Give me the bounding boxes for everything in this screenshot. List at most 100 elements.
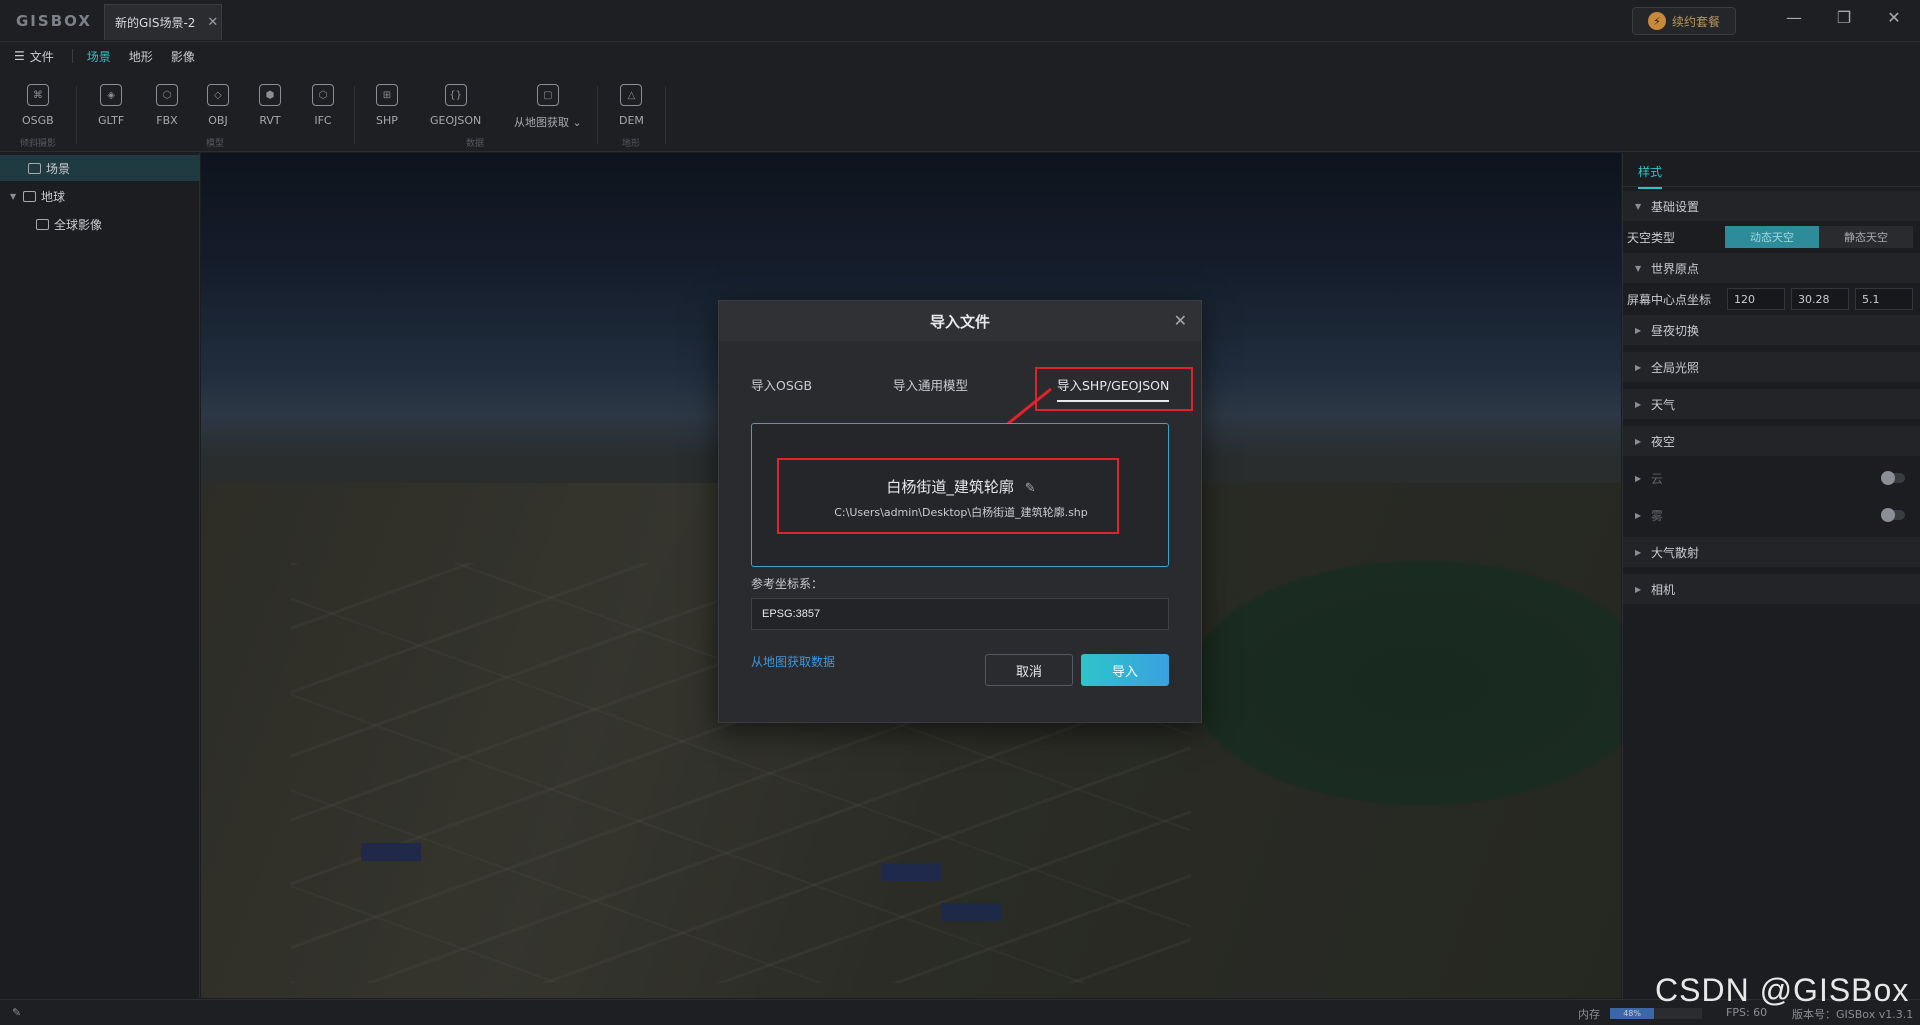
- status-edit-icon[interactable]: ✎: [12, 1006, 21, 1019]
- rvt-button[interactable]: ⬢ RVT: [259, 84, 281, 127]
- osgb-label: OSGB: [22, 114, 54, 127]
- from-map-button[interactable]: ▢ 从地图获取 ⌄: [514, 84, 582, 130]
- cancel-button[interactable]: 取消: [985, 654, 1073, 686]
- obj-icon: ◇: [207, 84, 229, 106]
- tab-import-osgb[interactable]: 导入OSGB: [751, 375, 812, 394]
- document-tab[interactable]: 新的GIS场景-2 ✕: [104, 4, 222, 40]
- section-world-origin[interactable]: ▼ 世界原点: [1623, 253, 1920, 283]
- section-label: 基础设置: [1651, 199, 1700, 214]
- latitude-input[interactable]: 30.28: [1791, 288, 1849, 310]
- section-label: 云: [1651, 471, 1664, 486]
- watermark-text: CSDN @GISBox: [1655, 972, 1910, 1008]
- section-label: 雾: [1651, 508, 1664, 523]
- imagery-icon: [36, 218, 49, 230]
- close-tab-icon[interactable]: ✕: [207, 15, 218, 30]
- menu-tab-terrain[interactable]: 地形: [129, 44, 153, 69]
- caret-right-icon: ▶: [1635, 436, 1642, 446]
- section-basic-settings[interactable]: ▼ 基础设置: [1623, 191, 1920, 221]
- tree-item-global-imagery[interactable]: 全球影像: [0, 211, 200, 237]
- section-global-light[interactable]: ▶ 全局光照: [1623, 352, 1920, 382]
- file-menu-label: 文件: [29, 49, 54, 64]
- sky-type-switch: 动态天空 静态天空: [1725, 226, 1913, 248]
- sky-type-label: 天空类型: [1627, 230, 1676, 245]
- section-weather[interactable]: ▶ 天气: [1623, 389, 1920, 419]
- section-fog: ▶ 雾: [1623, 500, 1920, 530]
- close-dialog-icon[interactable]: ✕: [1174, 311, 1187, 330]
- group-label-data: 数据: [466, 139, 485, 149]
- dialog-title: 导入文件: [929, 312, 990, 331]
- tree-item-earth[interactable]: ▼ 地球: [0, 183, 200, 209]
- fbx-button[interactable]: ⬡ FBX: [156, 84, 178, 127]
- sky-static-option[interactable]: 静态天空: [1819, 226, 1913, 248]
- tree-item-scene[interactable]: 场景: [0, 155, 200, 181]
- caret-down-icon: ▼: [1635, 263, 1642, 273]
- menu-tab-scene[interactable]: 场景: [86, 44, 111, 72]
- crs-input[interactable]: EPSG:3857: [751, 598, 1169, 630]
- tree-item-label: 场景: [46, 161, 71, 176]
- highlight-box-file: [777, 458, 1119, 534]
- section-camera[interactable]: ▶ 相机: [1623, 574, 1920, 604]
- screen-center-label: 屏幕中心点坐标: [1627, 292, 1712, 307]
- osgb-icon: ⌘: [26, 84, 49, 106]
- sky-dynamic-option[interactable]: 动态天空: [1725, 226, 1819, 248]
- geojson-label: GEOJSON: [430, 114, 482, 127]
- longitude-input[interactable]: 120: [1727, 288, 1785, 310]
- map-icon: ▢: [536, 84, 559, 106]
- section-label: 相机: [1651, 582, 1676, 597]
- file-menu[interactable]: ☰ 文件: [14, 48, 54, 65]
- title-bar: GISBOX 新的GIS场景-2 ✕ ⚡ 续约套餐 — ❐ ✕: [0, 0, 1920, 42]
- menu-tab-imagery[interactable]: 影像: [171, 44, 195, 69]
- gltf-button[interactable]: ◈ GLTF: [98, 84, 124, 127]
- expand-caret-icon[interactable]: ▼: [10, 192, 18, 201]
- fog-toggle[interactable]: [1881, 508, 1905, 522]
- osgb-button[interactable]: ⌘ OSGB: [22, 84, 54, 127]
- renew-plan-label: 续约套餐: [1671, 14, 1720, 29]
- geojson-button[interactable]: {} GEOJSON: [430, 84, 481, 127]
- shp-icon: ⊞: [376, 84, 398, 106]
- ribbon-toolbar: ⌘ OSGB 倾斜摄影 ◈ GLTF ⬡ FBX ◇ OBJ ⬢ RVT ⬡ I…: [0, 70, 1920, 152]
- group-label-oblique: 倾斜摄影: [20, 139, 57, 149]
- section-label: 天气: [1651, 397, 1676, 412]
- group-label-terrain: 地形: [622, 139, 641, 149]
- dem-icon: △: [620, 84, 643, 106]
- tree-item-label: 全球影像: [54, 217, 103, 232]
- cloud-toggle[interactable]: [1881, 471, 1905, 485]
- ribbon-divider: [665, 86, 666, 144]
- minimize-icon[interactable]: —: [1780, 8, 1808, 27]
- menu-bar: ☰ 文件 场景 地形 影像: [0, 42, 1920, 72]
- dem-button[interactable]: △ DEM: [619, 84, 644, 127]
- obj-button[interactable]: ◇ OBJ: [207, 84, 229, 127]
- height-input[interactable]: 5.1: [1855, 288, 1913, 310]
- section-label: 全局光照: [1651, 360, 1700, 375]
- dialog-header: 导入文件 ✕: [719, 301, 1201, 341]
- section-atmosphere[interactable]: ▶ 大气散射: [1623, 537, 1920, 567]
- section-cloud: ▶ 云: [1623, 463, 1920, 493]
- section-night-sky[interactable]: ▶ 夜空: [1623, 426, 1920, 456]
- chevron-down-icon: ⌄: [572, 116, 582, 129]
- renew-plan-button[interactable]: ⚡ 续约套餐: [1632, 7, 1736, 35]
- import-button[interactable]: 导入: [1081, 654, 1169, 686]
- scene-tree-panel: 场景 ▼ 地球 全球影像: [0, 153, 200, 998]
- maximize-icon[interactable]: ❐: [1830, 8, 1858, 27]
- ifc-button[interactable]: ⬡ IFC: [312, 84, 334, 127]
- close-window-icon[interactable]: ✕: [1880, 8, 1908, 27]
- fbx-icon: ⬡: [156, 84, 178, 106]
- memory-label: 内存: [1578, 1008, 1600, 1021]
- screen-center-row: 屏幕中心点坐标 120 30.28 5.1: [1623, 284, 1920, 314]
- menu-divider: [71, 49, 73, 63]
- dem-label: DEM: [619, 114, 644, 127]
- gltf-icon: ◈: [100, 84, 123, 106]
- obj-label: OBJ: [208, 114, 228, 127]
- section-day-night[interactable]: ▶ 昼夜切换: [1623, 315, 1920, 345]
- get-data-from-map-link[interactable]: 从地图获取数据: [751, 653, 835, 670]
- from-map-label: 从地图获取 ⌄: [514, 116, 582, 129]
- ifc-label: IFC: [314, 114, 332, 127]
- status-bar: ✎ 内存 48% FPS: 60 版本号：GISBox v1.3.1: [0, 999, 1920, 1025]
- ifc-icon: ⬡: [312, 84, 334, 106]
- shp-button[interactable]: ⊞ SHP: [376, 84, 398, 127]
- geojson-icon: {}: [444, 84, 467, 106]
- crs-label: 参考坐标系：: [751, 577, 824, 591]
- fbx-label: FBX: [156, 114, 178, 127]
- highlight-box-tab: [1035, 367, 1193, 411]
- memory-progress-bar: 48%: [1610, 1008, 1702, 1019]
